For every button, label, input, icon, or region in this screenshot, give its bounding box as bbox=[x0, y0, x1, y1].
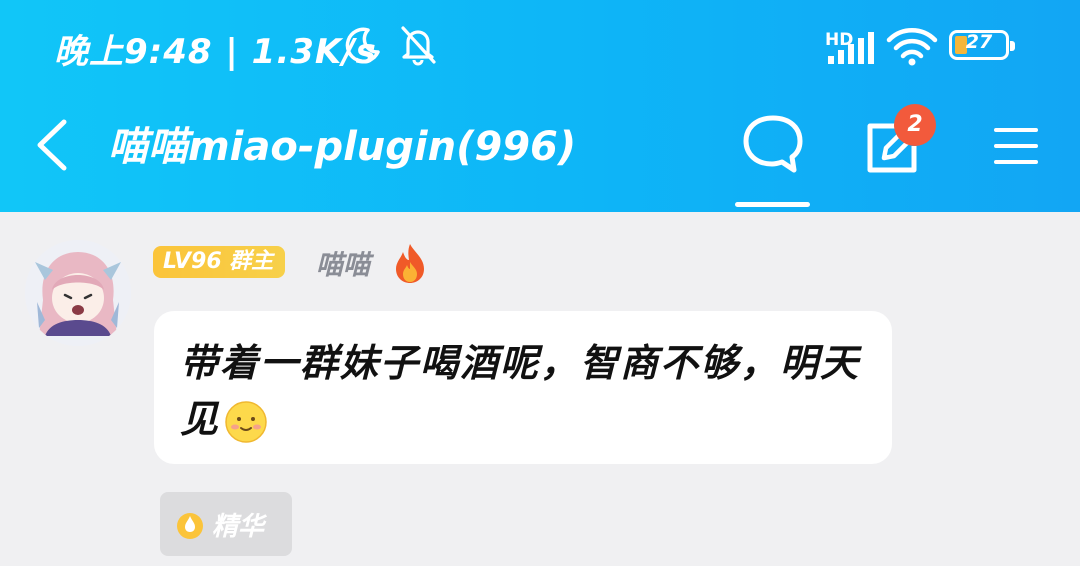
menu-icon[interactable] bbox=[990, 124, 1040, 168]
chat-bubble-icon[interactable] bbox=[738, 112, 808, 176]
essence-label: 精华 bbox=[212, 512, 265, 542]
battery-icon: 27 bbox=[949, 30, 1015, 60]
battery-level: 27 bbox=[965, 31, 993, 53]
app-header: 晚上9:48 | 1.3K/s HD 27 喵喵miao-plugin(996)… bbox=[0, 0, 1080, 212]
active-tab-indicator bbox=[735, 202, 810, 207]
message-text-content: 带着一群妹子喝酒呢，智商不够，明天见 bbox=[180, 341, 861, 441]
notification-badge: 2 bbox=[894, 104, 936, 146]
signal-icon bbox=[828, 32, 874, 64]
essence-drop-icon bbox=[177, 513, 203, 539]
smiling-face-emoji bbox=[225, 400, 267, 443]
username[interactable]: 喵喵 bbox=[316, 243, 370, 282]
wifi-icon bbox=[886, 28, 938, 66]
avatar[interactable] bbox=[25, 240, 131, 346]
bell-off-icon bbox=[401, 26, 436, 66]
essence-button[interactable]: 精华 bbox=[160, 492, 292, 556]
anime-girl-avatar-image bbox=[25, 240, 131, 346]
fire-icon bbox=[396, 244, 424, 283]
level-badge: LV96 群主 bbox=[153, 246, 286, 278]
back-arrow-icon[interactable] bbox=[28, 116, 80, 174]
status-time: 晚上9:48 | 1.3K/s bbox=[54, 32, 377, 72]
message-text: 带着一群妹子喝酒呢，智商不够，明天见 bbox=[180, 335, 864, 447]
moon-icon bbox=[345, 27, 380, 64]
group-title: 喵喵miao-plugin(996) bbox=[108, 124, 577, 170]
nav-bar: 喵喵miao-plugin(996) 2 bbox=[0, 92, 1080, 212]
status-bar: 晚上9:48 | 1.3K/s HD 27 bbox=[0, 0, 1080, 92]
message-bubble[interactable]: 带着一群妹子喝酒呢，智商不够，明天见 bbox=[154, 311, 892, 464]
